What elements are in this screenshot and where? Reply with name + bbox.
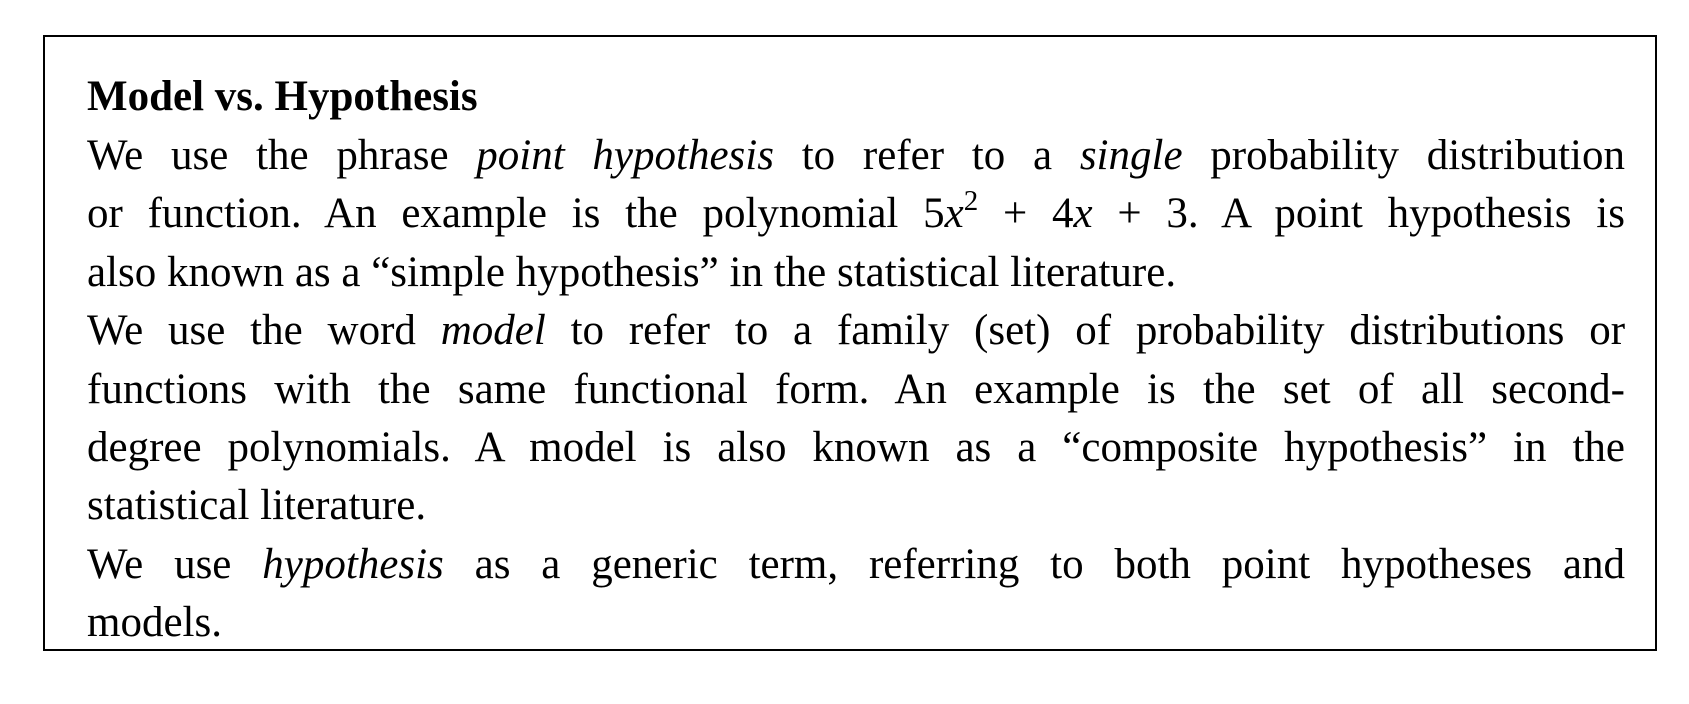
text-segment: statistical literature. [87,482,427,530]
text-line: We use hypothesis as a generic term, ref… [87,543,1625,586]
text-segment: degree polynomials. A model is also know… [87,424,1625,471]
text-segment: + 3. A point hypothesis is [1092,190,1625,238]
text-segment: probability distribution [1182,132,1625,179]
text-segment: We use the phrase [87,132,477,179]
text-segment: We use [87,540,263,588]
emphasis-text: x [1073,190,1093,238]
emphasis-text: point hypothesis [476,132,774,179]
text-segment: to refer to a family (set) of probabilit… [545,307,1626,355]
emphasis-text: single [1079,132,1183,179]
box-title: Model vs. Hypothesis [87,73,478,120]
text-line: We use the phrase point hypothesis to re… [87,134,1625,177]
text-segment: models. [87,599,222,647]
text-segment: also known as a “simple hypothesis” in t… [87,248,1177,296]
text-segment: to refer to a [773,132,1080,179]
text-segment: We use the word [87,307,441,355]
text-line: models. [87,601,1625,644]
text-line: also known as a “simple hypothesis” in t… [87,251,1625,294]
superscript: 2 [963,185,979,218]
text-line: We use the word model to refer to a fami… [87,309,1625,352]
text-segment: or function. An example is the polynomia… [87,190,945,238]
emphasis-text: x [944,190,964,238]
emphasis-text: model [440,307,546,355]
text-line: or function. An example is the polynomia… [87,187,1625,238]
emphasis-text: hypothesis [262,540,444,588]
text-line: statistical literature. [87,484,1625,527]
text-segment: + 4 [978,190,1074,238]
text-segment: functions with the same functional form.… [87,365,1625,413]
text-segment: as a generic term, referring to both poi… [443,540,1625,588]
text-line: functions with the same functional form.… [87,368,1625,411]
text-line: degree polynomials. A model is also know… [87,426,1625,469]
